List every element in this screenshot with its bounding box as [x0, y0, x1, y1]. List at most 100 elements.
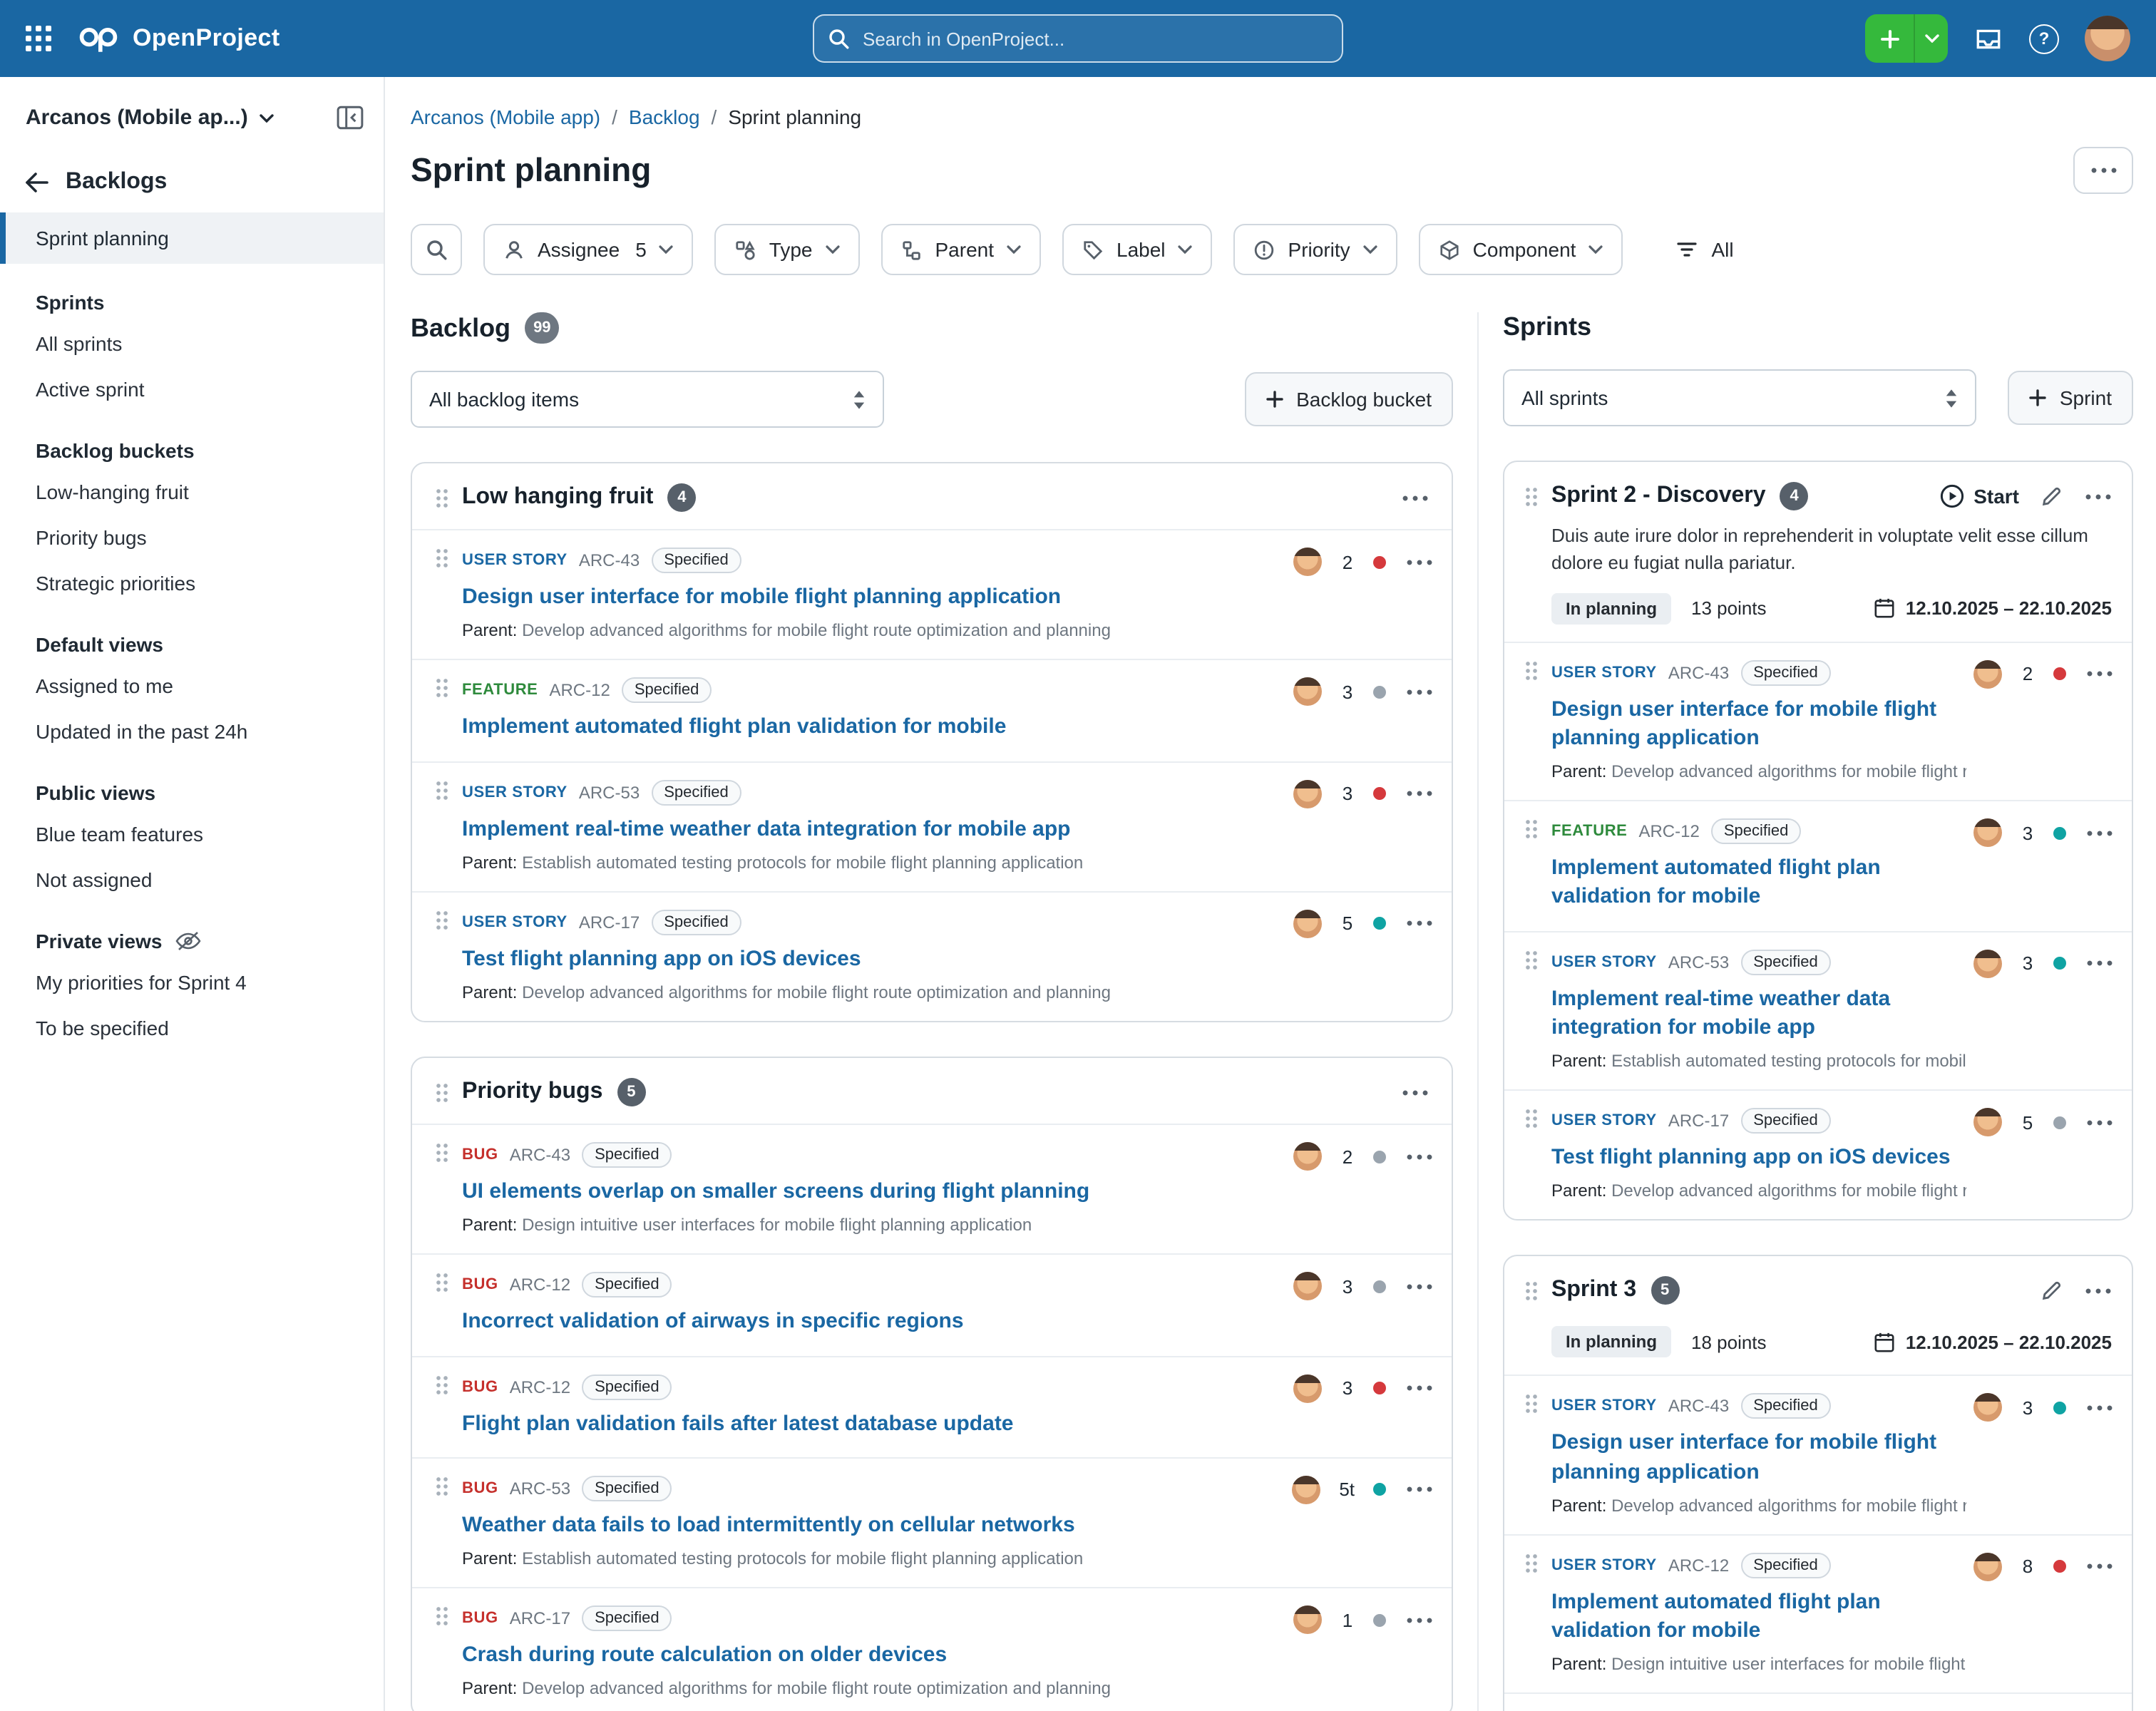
- sidebar-item-strategic-priorities[interactable]: Strategic priorities: [0, 560, 384, 606]
- item-more-icon[interactable]: [2085, 960, 2113, 967]
- sidebar-item-blue-team-features[interactable]: Blue team features: [0, 811, 384, 857]
- work-item-row[interactable]: USER STORY ARC-17 Specified Test flight …: [412, 891, 1452, 1022]
- drag-handle-icon[interactable]: [1524, 818, 1537, 840]
- status-badge[interactable]: Specified: [582, 1273, 672, 1298]
- item-more-icon[interactable]: [2085, 670, 2113, 677]
- user-avatar[interactable]: [2085, 16, 2130, 61]
- backlog-view-select[interactable]: All backlog items: [411, 371, 884, 428]
- project-selector[interactable]: Arcanos (Mobile ap...): [26, 106, 248, 130]
- status-badge[interactable]: Specified: [1740, 659, 1831, 685]
- assignee-avatar[interactable]: [1973, 1394, 2002, 1422]
- filter-all[interactable]: All: [1675, 238, 1733, 261]
- status-badge[interactable]: Specified: [651, 779, 741, 805]
- assignee-avatar[interactable]: [1293, 910, 1322, 938]
- work-item-title-link[interactable]: Design user interface for mobile flight …: [1551, 1429, 1966, 1487]
- work-item-row[interactable]: BUG ARC-43 Specified UI elements overlap…: [412, 1124, 1452, 1254]
- openproject-logo[interactable]: OpenProject: [77, 23, 280, 54]
- assignee-avatar[interactable]: [1973, 818, 2002, 847]
- sprints-view-select[interactable]: All sprints: [1503, 369, 1976, 426]
- edit-sprint-button[interactable]: [2040, 1280, 2062, 1302]
- work-item-title-link[interactable]: Design user interface for mobile flight …: [1551, 695, 1966, 753]
- bucket-more-icon[interactable]: [1400, 1089, 1429, 1096]
- status-badge[interactable]: Specified: [582, 1374, 672, 1399]
- create-new-button[interactable]: [1865, 14, 1948, 63]
- item-more-icon[interactable]: [1405, 1384, 1433, 1392]
- sprint-more-icon[interactable]: [2083, 1288, 2112, 1295]
- sidebar-item-my-priorities-sprint-4[interactable]: My priorities for Sprint 4: [0, 960, 384, 1005]
- work-item-row[interactable]: FEATURE ARC-12 Specified Implement autom…: [412, 659, 1452, 761]
- assignee-avatar[interactable]: [1973, 659, 2002, 688]
- drag-handle-icon[interactable]: [1524, 1280, 1537, 1302]
- work-item-title-link[interactable]: Design user interface for mobile flight …: [462, 583, 1226, 612]
- global-search-input[interactable]: [813, 14, 1343, 63]
- drag-handle-icon[interactable]: [435, 910, 448, 931]
- work-item-row[interactable]: BUG ARC-17 Specified Crash during route …: [412, 1587, 1452, 1711]
- drag-handle-icon[interactable]: [435, 1142, 448, 1163]
- filter-search-button[interactable]: [411, 224, 462, 275]
- work-item-row[interactable]: BUG ARC-12 Specified Flight plan validat…: [412, 1355, 1452, 1457]
- status-badge[interactable]: Specified: [582, 1142, 672, 1168]
- drag-handle-icon[interactable]: [1524, 1553, 1537, 1574]
- work-item-title-link[interactable]: Implement automated flight plan validati…: [462, 714, 1226, 743]
- plus-icon[interactable]: [1865, 14, 1914, 63]
- work-item-row[interactable]: USER STORY ARC-53 Specified Implement re…: [1504, 930, 2132, 1089]
- drag-handle-icon[interactable]: [1524, 659, 1537, 681]
- sidebar-item-active-sprint[interactable]: Active sprint: [0, 366, 384, 412]
- breadcrumb-project-link[interactable]: Arcanos (Mobile app): [411, 106, 600, 128]
- filter-assignee[interactable]: Assignee 5: [483, 224, 694, 275]
- create-new-dropdown[interactable]: [1914, 14, 1948, 63]
- drag-handle-icon[interactable]: [1524, 1108, 1537, 1129]
- status-badge[interactable]: Specified: [1740, 1394, 1831, 1419]
- assignee-avatar[interactable]: [1973, 1108, 2002, 1136]
- add-sprint-button[interactable]: Sprint: [2008, 371, 2133, 425]
- filter-type[interactable]: Type: [715, 224, 860, 275]
- item-more-icon[interactable]: [2085, 829, 2113, 836]
- bucket-more-icon[interactable]: [1400, 494, 1429, 501]
- apps-grid-icon[interactable]: [26, 26, 51, 51]
- status-badge[interactable]: Specified: [622, 678, 712, 704]
- sidebar-item-sprint-planning[interactable]: Sprint planning: [0, 212, 384, 264]
- work-item-title-link[interactable]: Incorrect validation of airways in speci…: [462, 1308, 1226, 1337]
- work-item-title-link[interactable]: Flight plan validation fails after lates…: [462, 1409, 1226, 1439]
- assignee-avatar[interactable]: [1293, 1605, 1322, 1634]
- work-item-row[interactable]: USER STORY ARC-12 Specified Implement au…: [1504, 1534, 2132, 1693]
- status-badge[interactable]: Specified: [582, 1476, 672, 1501]
- item-more-icon[interactable]: [2085, 1563, 2113, 1571]
- assignee-avatar[interactable]: [1293, 1374, 1322, 1402]
- work-item-title-link[interactable]: Crash during route calculation on older …: [462, 1641, 1226, 1670]
- add-backlog-bucket-button[interactable]: Backlog bucket: [1245, 372, 1453, 426]
- item-more-icon[interactable]: [1405, 1153, 1433, 1160]
- status-badge[interactable]: Specified: [651, 548, 741, 573]
- status-badge[interactable]: Specified: [1740, 1553, 1831, 1578]
- work-item-title-link[interactable]: Test flight planning app on iOS devices: [1551, 1144, 1966, 1173]
- work-item-title-link[interactable]: Weather data fails to load intermittentl…: [462, 1511, 1226, 1541]
- sidebar-item-all-sprints[interactable]: All sprints: [0, 321, 384, 366]
- backlogs-back[interactable]: Backlogs: [0, 130, 384, 212]
- drag-handle-icon[interactable]: [435, 1273, 448, 1294]
- work-item-row[interactable]: USER STORY ARC-43 Specified Design user …: [1504, 1375, 2132, 1534]
- work-item-title-link[interactable]: Test flight planning app on iOS devices: [462, 945, 1226, 975]
- assignee-avatar[interactable]: [1293, 779, 1322, 808]
- drag-handle-icon[interactable]: [1524, 949, 1537, 970]
- drag-handle-icon[interactable]: [435, 1374, 448, 1395]
- notifications-inbox-icon[interactable]: [1973, 24, 2003, 53]
- item-more-icon[interactable]: [1405, 1616, 1433, 1623]
- item-more-icon[interactable]: [1405, 558, 1433, 565]
- work-item-row[interactable]: BUG ARC-53 Specified Weather data fails …: [412, 1457, 1452, 1588]
- item-more-icon[interactable]: [1405, 790, 1433, 797]
- start-sprint-button[interactable]: Start: [1939, 483, 2019, 509]
- page-more-button[interactable]: [2073, 147, 2133, 194]
- assignee-avatar[interactable]: [1973, 1553, 2002, 1581]
- work-item-row[interactable]: USER STORY ARC-43 Specified Design user …: [412, 529, 1452, 659]
- work-item-row[interactable]: USER STORY ARC-53 Specified Implement re…: [412, 761, 1452, 891]
- status-badge[interactable]: Specified: [651, 910, 741, 935]
- item-more-icon[interactable]: [1405, 1283, 1433, 1290]
- item-more-icon[interactable]: [1405, 1486, 1433, 1494]
- item-more-icon[interactable]: [2085, 1119, 2113, 1126]
- filter-parent[interactable]: Parent: [881, 224, 1042, 275]
- work-item-title-link[interactable]: Implement real-time weather data integra…: [462, 815, 1226, 844]
- sidebar-item-priority-bugs[interactable]: Priority bugs: [0, 515, 384, 560]
- filter-label[interactable]: Label: [1062, 224, 1213, 275]
- assignee-avatar[interactable]: [1973, 949, 2002, 977]
- edit-sprint-button[interactable]: [2040, 485, 2062, 507]
